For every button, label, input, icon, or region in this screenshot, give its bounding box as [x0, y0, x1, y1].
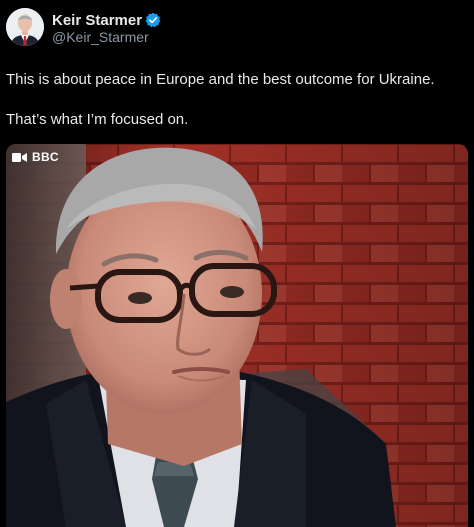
- post-header: Keir Starmer @Keir_Starmer: [0, 0, 474, 60]
- profile-photo-icon: [6, 8, 44, 46]
- video-camera-icon: [12, 152, 27, 163]
- author-handle[interactable]: @Keir_Starmer: [52, 29, 149, 45]
- broadcaster-badge: BBC: [12, 149, 59, 165]
- post-text-line: This is about peace in Europe and the be…: [6, 71, 435, 88]
- post-text-line: That’s what I’m focused on.: [6, 111, 189, 128]
- author-display-name[interactable]: Keir Starmer: [52, 12, 142, 29]
- post-text: This is about peace in Europe and the be…: [6, 70, 468, 130]
- author-avatar[interactable]: [6, 8, 44, 46]
- broadcaster-label: BBC: [32, 150, 59, 164]
- post-video[interactable]: BBC: [6, 144, 468, 527]
- author-name-row: Keir Starmer: [52, 11, 161, 29]
- video-frame: [6, 144, 468, 527]
- verified-badge-icon: [145, 12, 161, 28]
